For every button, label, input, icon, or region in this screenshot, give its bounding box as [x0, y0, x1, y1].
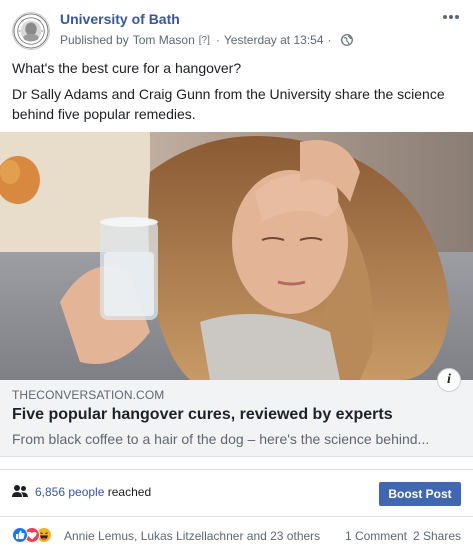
- reach-count-link[interactable]: 6,856 people: [35, 485, 104, 499]
- comment-count-link[interactable]: 1 Comment: [345, 529, 407, 543]
- meta-separator-2: ·: [327, 33, 332, 47]
- post-text-line-2: Dr Sally Adams and Craig Gunn from the U…: [12, 86, 445, 122]
- link-domain: THECONVERSATION.COM: [12, 388, 165, 402]
- post-timestamp[interactable]: Yesterday at 13:54: [224, 33, 324, 47]
- published-prefix: Published by: [60, 33, 129, 47]
- info-icon[interactable]: i: [437, 368, 461, 392]
- post-header: University of Bath Published by Tom Maso…: [0, 0, 473, 56]
- link-title[interactable]: Five popular hangover cures, reviewed by…: [12, 406, 393, 424]
- engagement-counts: 1 Comment 2 Shares: [345, 529, 461, 543]
- share-count-link[interactable]: 2 Shares: [413, 529, 461, 543]
- help-marker[interactable]: [?]: [199, 35, 210, 46]
- page-avatar[interactable]: [12, 12, 50, 50]
- boost-post-button[interactable]: Boost Post: [379, 482, 461, 506]
- more-options-icon[interactable]: [441, 10, 461, 24]
- post-photo[interactable]: [0, 132, 473, 380]
- people-icon: [12, 484, 28, 498]
- reactions-bar: Annie Lemus, Lukas Litzellachner and 23 …: [0, 516, 473, 552]
- reactor-names[interactable]: Annie Lemus, Lukas Litzellachner and 23 …: [64, 529, 320, 543]
- like-icon[interactable]: [12, 527, 28, 543]
- post-message: What's the best cure for a hangover? Dr …: [12, 58, 464, 130]
- page-name-link[interactable]: University of Bath: [60, 11, 180, 27]
- reach-summary: 6,856 people reached: [35, 485, 151, 499]
- hangover-woman-photo: [0, 132, 473, 380]
- university-seal-logo: [13, 13, 49, 49]
- post-text-line-1: What's the best cure for a hangover?: [12, 60, 242, 76]
- reaction-icons[interactable]: [12, 527, 60, 543]
- link-description: From black coffee to a hair of the dog –…: [12, 431, 430, 447]
- reach-bar: 6,856 people reached Boost Post: [0, 469, 473, 515]
- post-meta: Published by Tom Mason [?] · Yesterday a…: [60, 33, 353, 47]
- link-preview[interactable]: i THECONVERSATION.COM Five popular hango…: [0, 368, 473, 457]
- publisher-name[interactable]: Tom Mason: [133, 33, 195, 47]
- meta-separator: ·: [215, 33, 220, 47]
- reach-suffix: reached: [107, 485, 152, 499]
- globe-icon[interactable]: [340, 34, 353, 46]
